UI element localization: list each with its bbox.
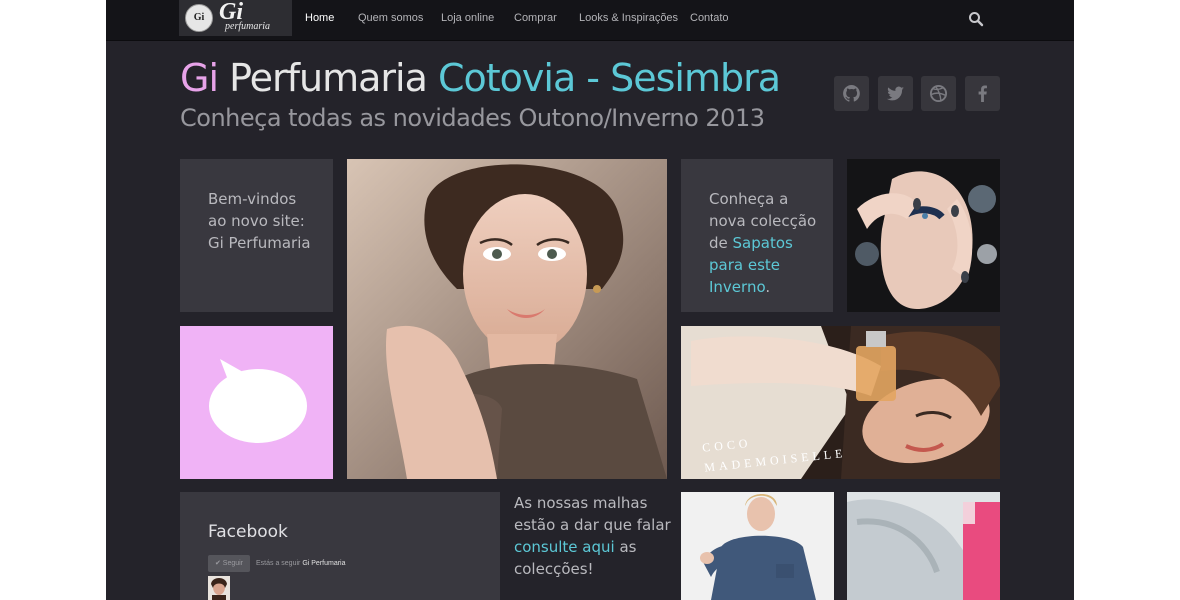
facebook-button[interactable] <box>965 76 1000 111</box>
facebook-tile: Facebook ✔ Seguir Estás a seguir Gi Perf… <box>180 492 500 600</box>
nails-illustration <box>847 159 1000 312</box>
malhas-text: As nossas malhas estão a dar que falar c… <box>514 492 671 580</box>
nav-item-home[interactable]: Home <box>305 12 334 24</box>
speech-bubble-tile[interactable] <box>180 326 333 479</box>
malhas-line-4: colecções! <box>514 560 594 578</box>
facebook-icon <box>978 85 987 103</box>
malhas-line-3: consulte aqui as <box>514 536 671 558</box>
nav-item-contato[interactable]: Contato <box>690 12 729 24</box>
title-perfumaria: Perfumaria <box>218 56 438 100</box>
twitter-icon <box>886 86 905 101</box>
knitwear-illustration <box>681 492 834 600</box>
facebook-follow-button[interactable]: ✔ Seguir <box>208 555 250 572</box>
page-subtitle: Conheça todas as novidades Outono/Invern… <box>180 104 765 132</box>
shoes-tile[interactable]: Conheça a nova colecção de Sapatos para … <box>681 159 833 312</box>
avatar[interactable] <box>208 576 230 600</box>
welcome-line-1: Bem-vindos <box>208 190 297 208</box>
fashion-illustration <box>847 492 1000 600</box>
shoes-link-inverno[interactable]: Inverno <box>709 278 765 296</box>
malhas-line-2: estão a dar que falar <box>514 516 671 534</box>
nav-item-quem-somos[interactable]: Quem somos <box>358 12 423 24</box>
perfume-photo[interactable]: COCO MADEMOISELLE <box>681 326 1000 479</box>
twitter-button[interactable] <box>878 76 913 111</box>
shoes-text: Conheça a nova colecção de Sapatos para … <box>709 188 816 298</box>
welcome-line-2: ao novo site: <box>208 212 305 230</box>
dribbble-button[interactable] <box>921 76 956 111</box>
shoes-link-sapatos[interactable]: Sapatos <box>733 234 793 252</box>
shoes-line-3: de Sapatos <box>709 232 816 254</box>
shoes-line-5: Inverno. <box>709 276 816 298</box>
logo-wordmark: Gi <box>219 0 243 25</box>
facebook-follow-status: Estás a seguir Gi Perfumaria <box>256 560 346 567</box>
title-brand: Gi <box>180 56 219 100</box>
facebook-status-text: Estás a seguir <box>256 560 303 567</box>
knitwear-photo[interactable] <box>681 492 834 600</box>
navbar: Gi Gi perfumaria Home Quem somos Loja on… <box>106 0 1074 41</box>
logo-badge: Gi <box>185 4 213 32</box>
consulte-aqui-link[interactable]: consulte aqui <box>514 538 615 556</box>
facebook-title: Facebook <box>208 522 288 542</box>
page: Gi Gi perfumaria Home Quem somos Loja on… <box>106 0 1074 600</box>
portrait-illustration <box>347 159 667 479</box>
logo-subtitle: perfumaria <box>225 21 270 32</box>
speech-bubble-icon <box>209 359 307 443</box>
dribbble-icon <box>929 84 948 103</box>
shoes-line-5-post: . <box>765 278 771 296</box>
shoes-line-1: Conheça a <box>709 190 789 208</box>
portrait-photo[interactable] <box>347 159 667 479</box>
logo[interactable]: Gi Gi perfumaria <box>179 0 292 36</box>
facebook-page-name[interactable]: Gi Perfumaria <box>302 560 345 567</box>
welcome-tile[interactable]: Bem-vindos ao novo site: Gi Perfumaria <box>180 159 333 312</box>
nav-item-comprar[interactable]: Comprar <box>514 12 557 24</box>
nails-photo[interactable] <box>847 159 1000 312</box>
malhas-line-3-post: as <box>614 538 637 556</box>
github-icon <box>843 84 860 102</box>
github-button[interactable] <box>834 76 869 111</box>
shoes-line-3-pre: de <box>709 234 733 252</box>
welcome-text: Bem-vindos ao novo site: Gi Perfumaria <box>208 188 311 254</box>
page-title: Gi Perfumaria Cotovia - Sesimbra <box>180 56 781 100</box>
nav-item-loja-online[interactable]: Loja online <box>441 12 494 24</box>
welcome-line-3: Gi Perfumaria <box>208 234 311 252</box>
shoes-line-2: nova colecção <box>709 212 817 230</box>
fashion-photo[interactable] <box>847 492 1000 600</box>
shoes-line-4[interactable]: para este <box>709 254 816 276</box>
malhas-line-1: As nossas malhas <box>514 494 648 512</box>
search-icon[interactable] <box>968 11 984 27</box>
avatar-illustration <box>208 576 230 600</box>
title-location: Cotovia - Sesimbra <box>437 56 781 100</box>
nav-item-looks[interactable]: Looks & Inspirações <box>579 12 678 24</box>
